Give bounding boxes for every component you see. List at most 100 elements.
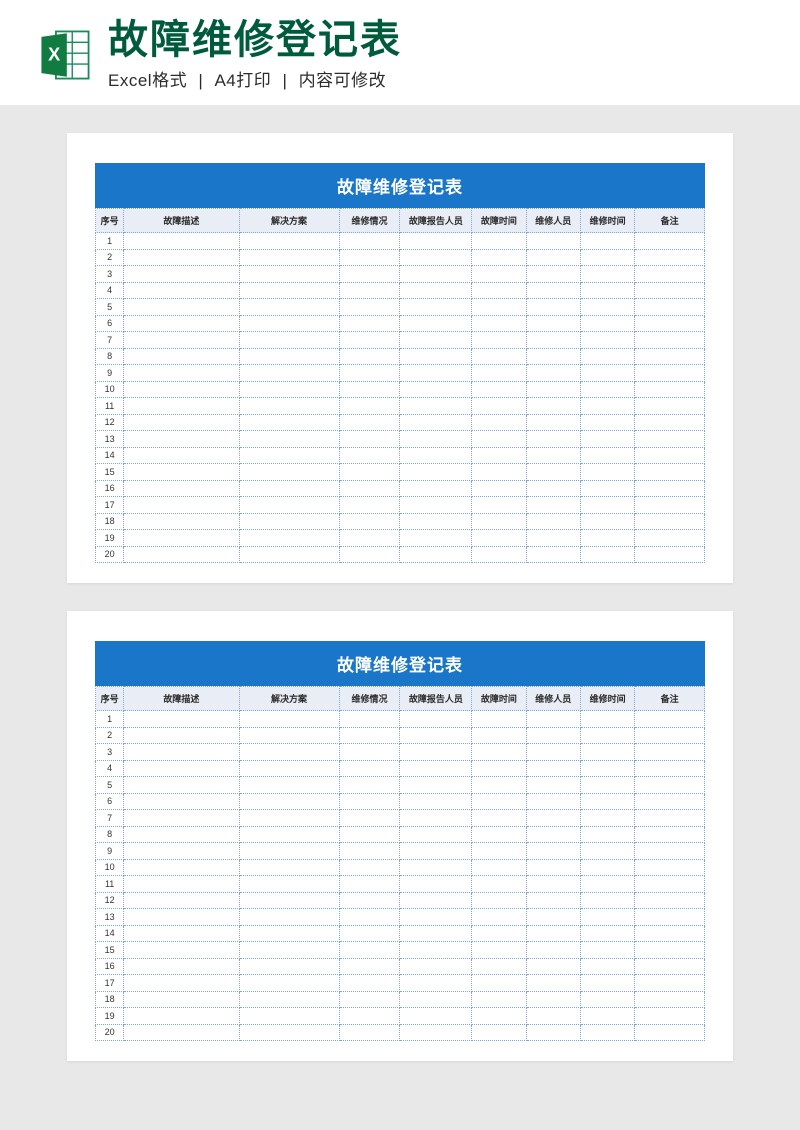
table-row: 17 (96, 975, 705, 992)
cell-seq: 5 (96, 299, 124, 316)
cell-empty (239, 843, 339, 860)
cell-seq: 12 (96, 892, 124, 909)
table-body-2: 1234567891011121314151617181920 (96, 711, 705, 1041)
cell-seq: 7 (96, 810, 124, 827)
cell-empty (124, 826, 239, 843)
cell-empty (339, 447, 400, 464)
cell-empty (472, 365, 526, 382)
cell-empty (472, 1008, 526, 1025)
cell-empty (635, 530, 705, 547)
col-sol: 解决方案 (239, 209, 339, 233)
cell-empty (472, 727, 526, 744)
table-row: 20 (96, 1024, 705, 1041)
cell-empty (339, 1008, 400, 1025)
cell-empty (635, 826, 705, 843)
cell-empty (580, 810, 634, 827)
cell-empty (124, 1024, 239, 1041)
cell-empty (124, 497, 239, 514)
cell-empty (635, 711, 705, 728)
cell-empty (124, 464, 239, 481)
cell-empty (580, 793, 634, 810)
cell-empty (239, 447, 339, 464)
cell-seq: 8 (96, 348, 124, 365)
cell-empty (239, 398, 339, 415)
cell-empty (580, 414, 634, 431)
cell-empty (635, 398, 705, 415)
cell-empty (472, 332, 526, 349)
cell-empty (526, 711, 580, 728)
cell-empty (526, 348, 580, 365)
cell-empty (472, 513, 526, 530)
cell-seq: 5 (96, 777, 124, 794)
cell-seq: 13 (96, 431, 124, 448)
col-desc: 故障描述 (124, 209, 239, 233)
main-title: 故障维修登记表 (108, 18, 764, 62)
cell-empty (635, 464, 705, 481)
cell-empty (400, 810, 472, 827)
cell-empty (400, 826, 472, 843)
table-row: 10 (96, 859, 705, 876)
cell-seq: 15 (96, 464, 124, 481)
cell-empty (124, 315, 239, 332)
cell-empty (339, 315, 400, 332)
cell-empty (339, 332, 400, 349)
cell-empty (400, 233, 472, 250)
cell-empty (472, 447, 526, 464)
cell-empty (124, 282, 239, 299)
cell-empty (526, 398, 580, 415)
table-row: 8 (96, 348, 705, 365)
header-text-block: 故障维修登记表 Excel格式 | A4打印 | 内容可修改 (108, 18, 764, 91)
cell-empty (635, 299, 705, 316)
cell-empty (580, 398, 634, 415)
table-row: 16 (96, 958, 705, 975)
cell-empty (124, 892, 239, 909)
cell-empty (400, 727, 472, 744)
cell-empty (124, 381, 239, 398)
cell-empty (526, 332, 580, 349)
cell-empty (635, 282, 705, 299)
cell-empty (635, 991, 705, 1008)
cell-empty (635, 958, 705, 975)
cell-empty (635, 381, 705, 398)
cell-empty (580, 365, 634, 382)
cell-empty (239, 266, 339, 283)
cell-empty (400, 414, 472, 431)
col-stat: 维修情况 (339, 687, 400, 711)
cell-seq: 20 (96, 1024, 124, 1041)
document-header: X 故障维修登记表 Excel格式 | A4打印 | 内容可修改 (0, 0, 800, 105)
cell-empty (400, 1008, 472, 1025)
cell-empty (635, 249, 705, 266)
cell-empty (239, 975, 339, 992)
repair-table-2: 序号 故障描述 解决方案 维修情况 故障报告人员 故障时间 维修人员 维修时间 … (95, 686, 705, 1041)
cell-empty (400, 1024, 472, 1041)
cell-empty (580, 431, 634, 448)
cell-seq: 1 (96, 233, 124, 250)
cell-empty (580, 546, 634, 563)
cell-empty (239, 299, 339, 316)
table-body-1: 1234567891011121314151617181920 (96, 233, 705, 563)
cell-empty (526, 859, 580, 876)
cell-empty (526, 843, 580, 860)
table-header-row: 序号 故障描述 解决方案 维修情况 故障报告人员 故障时间 维修人员 维修时间 … (96, 687, 705, 711)
cell-empty (526, 233, 580, 250)
cell-empty (400, 497, 472, 514)
table-row: 2 (96, 249, 705, 266)
cell-seq: 14 (96, 447, 124, 464)
cell-empty (124, 859, 239, 876)
cell-empty (635, 414, 705, 431)
table-row: 14 (96, 925, 705, 942)
cell-empty (526, 892, 580, 909)
cell-seq: 19 (96, 1008, 124, 1025)
cell-seq: 9 (96, 365, 124, 382)
table-row: 9 (96, 843, 705, 860)
cell-empty (239, 249, 339, 266)
cell-empty (400, 480, 472, 497)
cell-empty (339, 282, 400, 299)
cell-empty (400, 464, 472, 481)
cell-empty (635, 365, 705, 382)
cell-empty (239, 381, 339, 398)
cell-empty (472, 233, 526, 250)
table-row: 19 (96, 530, 705, 547)
cell-empty (526, 744, 580, 761)
cell-empty (580, 859, 634, 876)
